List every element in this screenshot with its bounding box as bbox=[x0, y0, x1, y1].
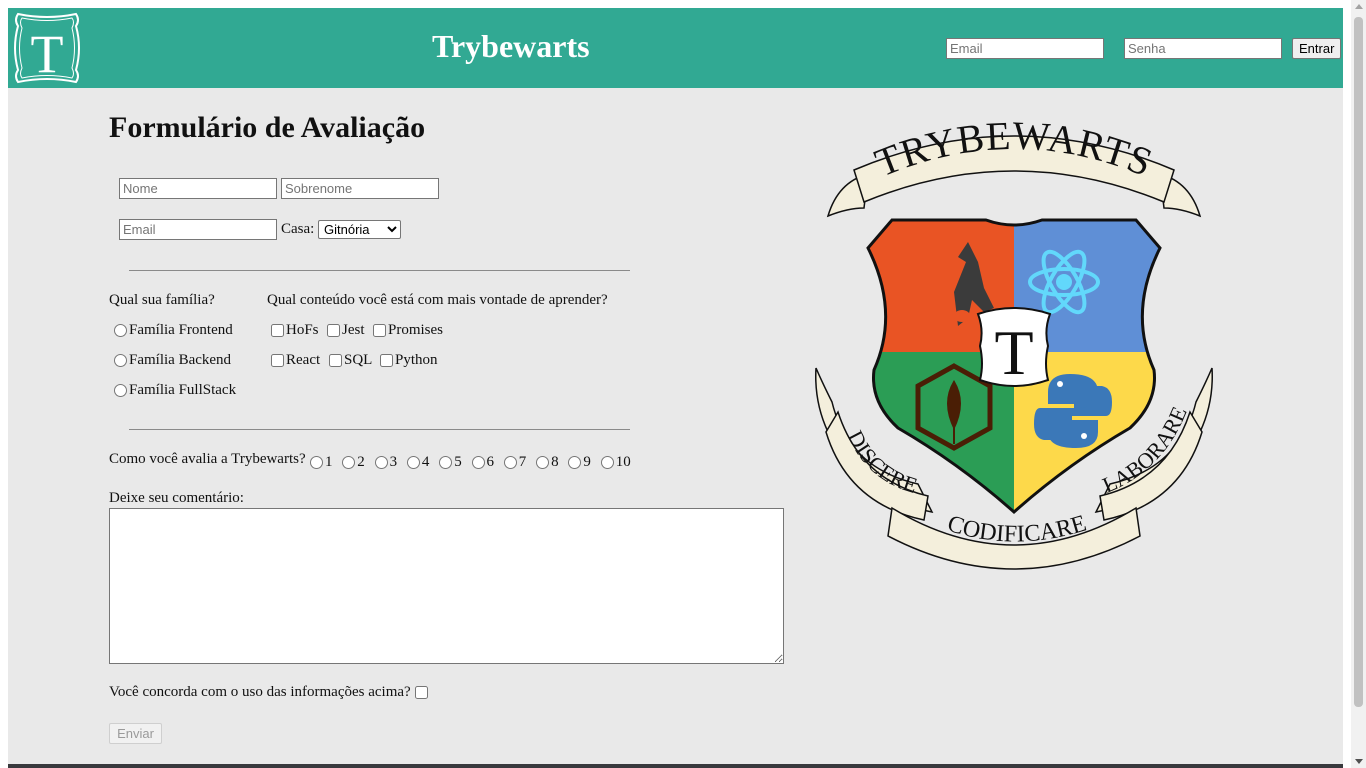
crest-center-letter: T bbox=[994, 317, 1033, 388]
last-name-input[interactable] bbox=[281, 178, 439, 199]
crest-center-plaque: T bbox=[976, 307, 1052, 388]
family-question: Qual sua família? bbox=[109, 292, 215, 308]
house-label: Casa: bbox=[281, 221, 315, 237]
family-radio[interactable] bbox=[114, 384, 127, 397]
email-input[interactable] bbox=[119, 219, 277, 240]
house-select[interactable]: Gitnória bbox=[318, 220, 401, 239]
subject-checkbox[interactable] bbox=[271, 324, 284, 337]
logo-letter: T bbox=[31, 24, 64, 84]
login-password-input[interactable] bbox=[1124, 38, 1282, 59]
rating-value: 4 bbox=[421, 454, 430, 470]
rating-radio[interactable] bbox=[342, 456, 356, 469]
subject-checkbox[interactable] bbox=[380, 354, 393, 367]
rating-radio[interactable] bbox=[439, 456, 453, 469]
rating-value: 2 bbox=[357, 454, 365, 470]
subject-option-python[interactable]: Python bbox=[380, 352, 438, 369]
family-option-fullstack[interactable]: Família FullStack bbox=[114, 382, 236, 399]
rating-option[interactable]: 4 bbox=[406, 454, 430, 471]
rating-option[interactable]: 3 bbox=[374, 454, 398, 471]
rating-option[interactable]: 9 bbox=[568, 454, 591, 471]
subjects-question: Qual conteúdo você está com mais vontade… bbox=[267, 292, 608, 308]
subject-option-jest[interactable]: Jest bbox=[327, 322, 365, 339]
trybewarts-logo: T bbox=[14, 12, 80, 84]
login-button[interactable]: Entrar bbox=[1292, 38, 1342, 59]
family-radio[interactable] bbox=[114, 324, 127, 337]
rating-question: Como você avalia a Trybewarts? bbox=[109, 451, 306, 467]
crest-banner-text: TRYBEWARTS bbox=[869, 113, 1158, 186]
vertical-scrollbar[interactable] bbox=[1351, 0, 1366, 768]
rating-option[interactable]: 7 bbox=[503, 454, 527, 471]
rating-radio[interactable] bbox=[568, 456, 582, 469]
subject-option-promises[interactable]: Promises bbox=[373, 322, 443, 339]
scrollbar-thumb[interactable] bbox=[1354, 17, 1363, 707]
first-name-input[interactable] bbox=[119, 178, 277, 199]
comment-textarea[interactable] bbox=[109, 508, 784, 664]
subject-checkbox[interactable] bbox=[373, 324, 386, 337]
login-email-input[interactable] bbox=[946, 38, 1104, 59]
site-header: T Trybewarts Entrar bbox=[8, 8, 1343, 88]
rating-value: 6 bbox=[486, 454, 495, 470]
footer-bar bbox=[8, 764, 1343, 768]
brand-title: Trybewarts bbox=[432, 28, 590, 64]
rating-option[interactable]: 2 bbox=[342, 454, 365, 471]
subject-checkbox[interactable] bbox=[329, 354, 342, 367]
subject-option-react[interactable]: React bbox=[271, 352, 320, 369]
agreement-option[interactable]: Você concorda com o uso das informações … bbox=[109, 684, 430, 701]
rating-value: 1 bbox=[325, 454, 333, 470]
rating-value: 9 bbox=[583, 454, 591, 470]
subject-checkbox[interactable] bbox=[327, 324, 340, 337]
agreement-label: Você concorda com o uso das informações … bbox=[109, 684, 411, 700]
top-banner: TRYBEWARTS bbox=[826, 113, 1202, 218]
rating-value: 5 bbox=[454, 454, 462, 470]
rating-option[interactable]: 10 bbox=[600, 454, 631, 471]
subject-option-sql[interactable]: SQL bbox=[329, 352, 372, 369]
rating-radio[interactable] bbox=[536, 456, 550, 469]
submit-button[interactable]: Enviar bbox=[109, 723, 162, 744]
scroll-up-icon[interactable] bbox=[1355, 4, 1363, 9]
rating-value: 8 bbox=[551, 454, 559, 470]
rating-option[interactable]: 8 bbox=[536, 454, 559, 471]
svg-text:TRYBEWARTS: TRYBEWARTS bbox=[869, 113, 1159, 186]
page-viewport: T Trybewarts Entrar Formulário de Avalia… bbox=[8, 8, 1343, 768]
rating-option[interactable]: 5 bbox=[439, 454, 462, 471]
rating-radio[interactable] bbox=[310, 456, 323, 469]
form-title: Formulário de Avaliação bbox=[109, 111, 426, 144]
subject-checkbox[interactable] bbox=[271, 354, 284, 367]
rating-radio[interactable] bbox=[471, 456, 485, 469]
agreement-checkbox[interactable] bbox=[414, 686, 428, 699]
login-form: Entrar bbox=[943, 38, 1343, 60]
rating-radio[interactable] bbox=[600, 456, 614, 469]
trybewarts-crest: TRYBEWARTS T DISCERE CODIFICARE LABORARE bbox=[815, 113, 1213, 570]
family-option-backend[interactable]: Família Backend bbox=[114, 352, 231, 369]
rating-value: 7 bbox=[518, 454, 527, 470]
divider bbox=[129, 429, 630, 430]
rating-option[interactable]: 6 bbox=[471, 454, 495, 471]
family-option-frontend[interactable]: Família Frontend bbox=[114, 322, 233, 339]
rating-value: 10 bbox=[615, 454, 631, 470]
rating-radio[interactable] bbox=[374, 456, 388, 469]
scroll-down-icon[interactable] bbox=[1355, 759, 1363, 764]
rating-radio[interactable] bbox=[503, 456, 517, 469]
comment-label: Deixe seu comentário: bbox=[109, 490, 244, 506]
rating-radio[interactable] bbox=[406, 456, 420, 469]
divider bbox=[129, 270, 630, 271]
rating-value: 3 bbox=[389, 454, 398, 470]
family-radio[interactable] bbox=[114, 354, 127, 367]
rating-option[interactable]: 1 bbox=[310, 454, 333, 471]
subject-option-hofs[interactable]: HoFs bbox=[271, 322, 319, 339]
